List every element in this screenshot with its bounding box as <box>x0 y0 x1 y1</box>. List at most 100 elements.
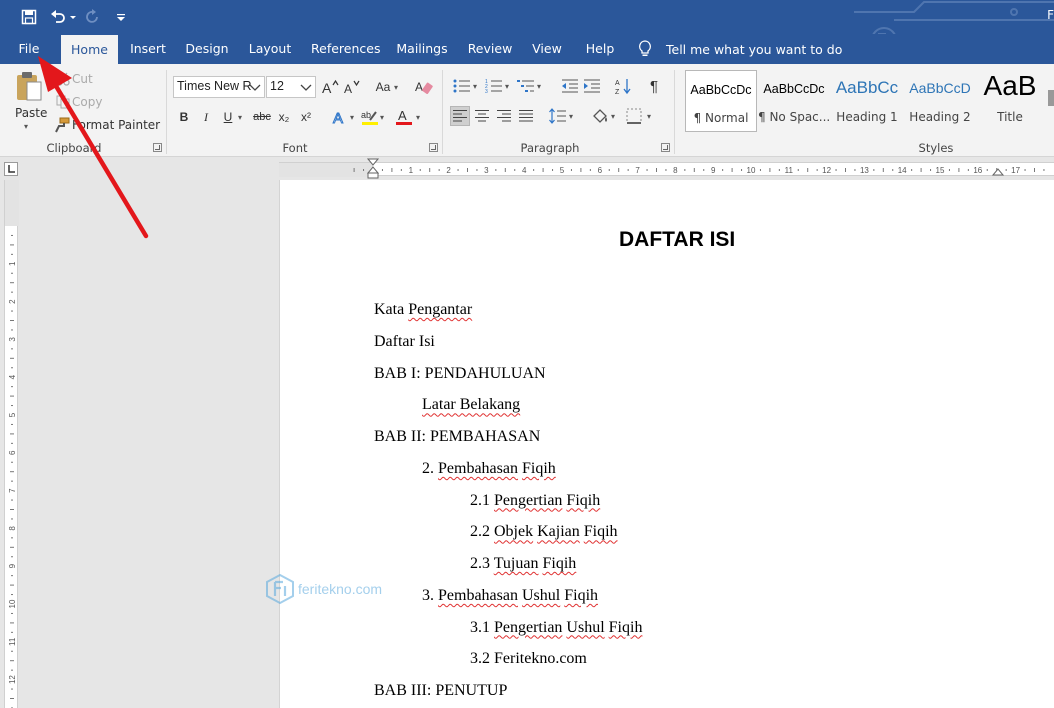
group-divider <box>166 70 167 154</box>
justify-icon[interactable] <box>516 106 536 126</box>
indent-marker-icon[interactable] <box>367 158 379 180</box>
font-color-icon[interactable]: A <box>394 107 414 127</box>
paste-button[interactable]: Paste ▾ <box>10 70 47 131</box>
change-case-button[interactable]: Aa <box>372 77 394 97</box>
ruler-number: 9 <box>711 166 716 175</box>
clipboard-launcher-icon[interactable] <box>153 143 162 152</box>
style-normal[interactable]: AaBbCcDc ¶ Normal <box>685 70 757 132</box>
tab-layout[interactable]: Layout <box>245 34 295 64</box>
ruler-number: 15 <box>936 166 945 175</box>
tab-design[interactable]: Design <box>183 34 231 64</box>
toc-line: 2.1 Pengertian Fiqih <box>470 492 600 510</box>
numbering-icon[interactable]: 123 <box>484 76 504 96</box>
shading-icon[interactable] <box>590 106 610 126</box>
numbering-dropdown-icon[interactable]: ▾ <box>505 82 509 91</box>
superscript-button[interactable]: x² <box>296 107 316 127</box>
text-effects-dropdown-icon[interactable]: ▾ <box>350 113 354 122</box>
toc-line: Daftar Isi <box>374 333 435 351</box>
change-case-dropdown-icon[interactable]: ▾ <box>394 83 398 92</box>
shrink-font-icon[interactable]: A <box>342 77 362 97</box>
format-painter-label: Format Painter <box>72 118 161 132</box>
tell-me-search[interactable]: Tell me what you want to do <box>638 34 842 64</box>
bullets-icon[interactable] <box>452 76 472 96</box>
format-painter-button[interactable]: Format Painter <box>54 116 160 134</box>
font-size-combo[interactable]: 12 <box>266 76 316 98</box>
tab-help[interactable]: Help <box>581 34 619 64</box>
paragraph-launcher-icon[interactable] <box>661 143 670 152</box>
cut-button[interactable]: Cut <box>54 70 100 88</box>
font-name-combo[interactable]: Times New R <box>173 76 265 98</box>
group-divider <box>674 70 675 154</box>
highlight-icon[interactable]: ab <box>360 107 380 127</box>
ruler-number: 6 <box>598 166 603 175</box>
multilevel-dropdown-icon[interactable]: ▾ <box>537 82 541 91</box>
decrease-indent-icon[interactable] <box>560 76 580 96</box>
style-heading-2[interactable]: AaBbCcD Heading 2 <box>904 70 976 132</box>
text-effects-icon[interactable]: A <box>330 107 350 127</box>
align-left-icon[interactable] <box>450 106 470 126</box>
horizontal-ruler[interactable]: 1 2 3 4 5 6 7 8 9 10 11 12 13 14 15 16 17 <box>0 158 1054 180</box>
multilevel-list-icon[interactable] <box>516 76 536 96</box>
tab-file[interactable]: File <box>12 34 46 64</box>
paste-icon <box>17 72 42 101</box>
copy-button[interactable]: Copy <box>54 93 104 111</box>
style-name: ¶ Normal <box>693 111 749 125</box>
ruler-number: 3 <box>484 166 489 175</box>
font-color-dropdown-icon[interactable]: ▾ <box>416 113 420 122</box>
redo-icon[interactable] <box>84 7 102 27</box>
save-icon[interactable] <box>18 7 40 27</box>
borders-dropdown-icon[interactable]: ▾ <box>647 112 651 121</box>
strikethrough-button[interactable]: abc <box>250 107 274 127</box>
style-preview: AaBbCcD <box>909 80 971 96</box>
align-right-icon[interactable] <box>494 106 514 126</box>
right-indent-marker-icon[interactable] <box>992 164 1004 176</box>
spellcheck-word: Fiqih <box>583 523 618 541</box>
bold-button[interactable]: B <box>174 107 194 127</box>
svg-text:3: 3 <box>485 89 488 94</box>
bullets-dropdown-icon[interactable]: ▾ <box>473 82 477 91</box>
spellcheck-word: Fiqih <box>564 586 599 604</box>
style-title[interactable]: AaB Title <box>974 70 1046 132</box>
ruler-number: 7 <box>8 488 17 493</box>
style-heading-1[interactable]: AaBbCc Heading 1 <box>831 70 903 132</box>
tab-insert[interactable]: Insert <box>127 34 169 64</box>
tab-mailings[interactable]: Mailings <box>393 34 451 64</box>
undo-icon[interactable] <box>48 7 78 27</box>
font-launcher-icon[interactable] <box>429 143 438 152</box>
spellcheck-word: Kajian <box>537 523 580 541</box>
highlight-dropdown-icon[interactable]: ▾ <box>380 113 384 122</box>
line-spacing-icon[interactable] <box>548 106 568 126</box>
tab-references[interactable]: References <box>309 34 380 64</box>
vertical-ruler[interactable]: 12345678910111213 <box>4 180 19 708</box>
line-spacing-dropdown-icon[interactable]: ▾ <box>569 112 573 121</box>
style-preview: AaB <box>983 70 1037 101</box>
ruler-number: 11 <box>785 166 794 175</box>
watermark: feritekno.com <box>266 574 382 604</box>
borders-icon[interactable] <box>624 106 644 126</box>
grow-font-icon[interactable]: A <box>320 77 340 97</box>
toc-line: BAB III: PENUTUP <box>374 682 507 700</box>
scissors-icon <box>56 72 70 86</box>
sort-icon[interactable]: AZ <box>614 76 634 96</box>
ruler-number: 12 <box>822 166 831 175</box>
ruler-number: 16 <box>973 166 982 175</box>
paste-dropdown-icon[interactable]: ▾ <box>24 122 28 131</box>
style-no-spacing[interactable]: AaBbCcDc ¶ No Spac... <box>758 70 830 132</box>
shading-dropdown-icon[interactable]: ▾ <box>611 112 615 121</box>
align-center-icon[interactable] <box>472 106 492 126</box>
tab-view[interactable]: View <box>529 34 565 64</box>
increase-indent-icon[interactable] <box>582 76 602 96</box>
show-formatting-marks-icon[interactable]: ¶ <box>644 76 664 96</box>
underline-dropdown-icon[interactable]: ▾ <box>238 113 242 122</box>
tab-home[interactable]: Home <box>61 35 118 64</box>
customize-qat-icon[interactable] <box>114 7 128 27</box>
tab-review[interactable]: Review <box>465 34 515 64</box>
superscript-label: x² <box>301 110 311 124</box>
subscript-button[interactable]: x₂ <box>274 107 294 127</box>
italic-button[interactable]: I <box>196 107 216 127</box>
gallery-more-icon[interactable] <box>1048 90 1054 106</box>
underline-button[interactable]: U <box>218 107 238 127</box>
clear-formatting-icon[interactable]: A <box>414 77 434 97</box>
tab-stop-selector[interactable] <box>4 162 18 176</box>
ribbon-tabs: File Home Insert Design Layout Reference… <box>0 34 1054 64</box>
